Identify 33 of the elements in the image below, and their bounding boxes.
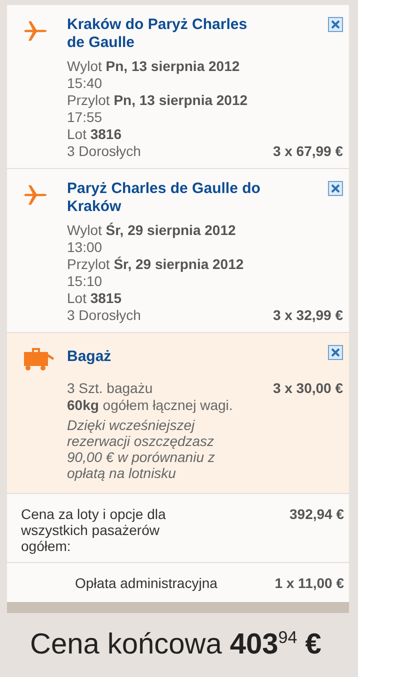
item-title: Bagaż [67,348,112,366]
item-price: 3 x 30,00 € [272,380,343,397]
detail-text: Przylot Pn, 13 sierpnia 2012 [67,92,248,109]
detail-text: 60kg ogółem łącznej wagi. [67,397,233,414]
item-price: 3 x 67,99 € [272,143,343,160]
detail-text: 3 Szt. bagażu [67,380,154,397]
close-icon [331,20,340,29]
detail-text: 17:55 [67,109,104,126]
subtotal-label: Cena za loty i opcje dla wszystkich pasażerów ogółem: [21,506,167,554]
close-icon [331,184,340,193]
detail-text: Wylot Pn, 13 sierpnia 2012 [67,58,241,75]
detail-text: 15:40 [67,75,104,92]
savings-note: Dzięki wcześniejszej rezerwacji oszczędzasz 90,00 € w porównaniu z opłatą na lotnisku [67,417,216,481]
subtotal-amount: 392,94 € [290,506,344,524]
fee-label: Opłata administracyjna [75,575,218,592]
close-button[interactable] [328,17,343,32]
detail-text: 15:10 [67,273,104,290]
passengers-text: 3 Dorosłych [67,307,141,324]
suitcase-icon [23,346,57,372]
detail-text: Lot 3815 [67,290,123,307]
detail-text: Wylot Śr, 29 sierpnia 2012 [67,222,237,239]
fee-amount: 1 x 11,00 € [274,575,344,592]
detail-text: Lot 3816 [67,126,123,143]
close-button[interactable] [328,345,343,360]
close-icon [331,348,340,357]
item-title: Kraków do Paryż Charles de Gaulle [67,16,248,52]
close-button[interactable] [328,181,343,196]
detail-text: 13:00 [67,239,104,256]
item-price: 3 x 32,99 € [272,307,343,324]
total-price: Cena końcowa 403$^{94}$ € [29,627,322,662]
passengers-text: 3 Dorosłych [67,143,141,160]
item-title: Paryż Charles de Gaulle do Kraków [67,180,262,216]
detail-text: Przylot Śr, 29 sierpnia 2012 [67,256,244,273]
